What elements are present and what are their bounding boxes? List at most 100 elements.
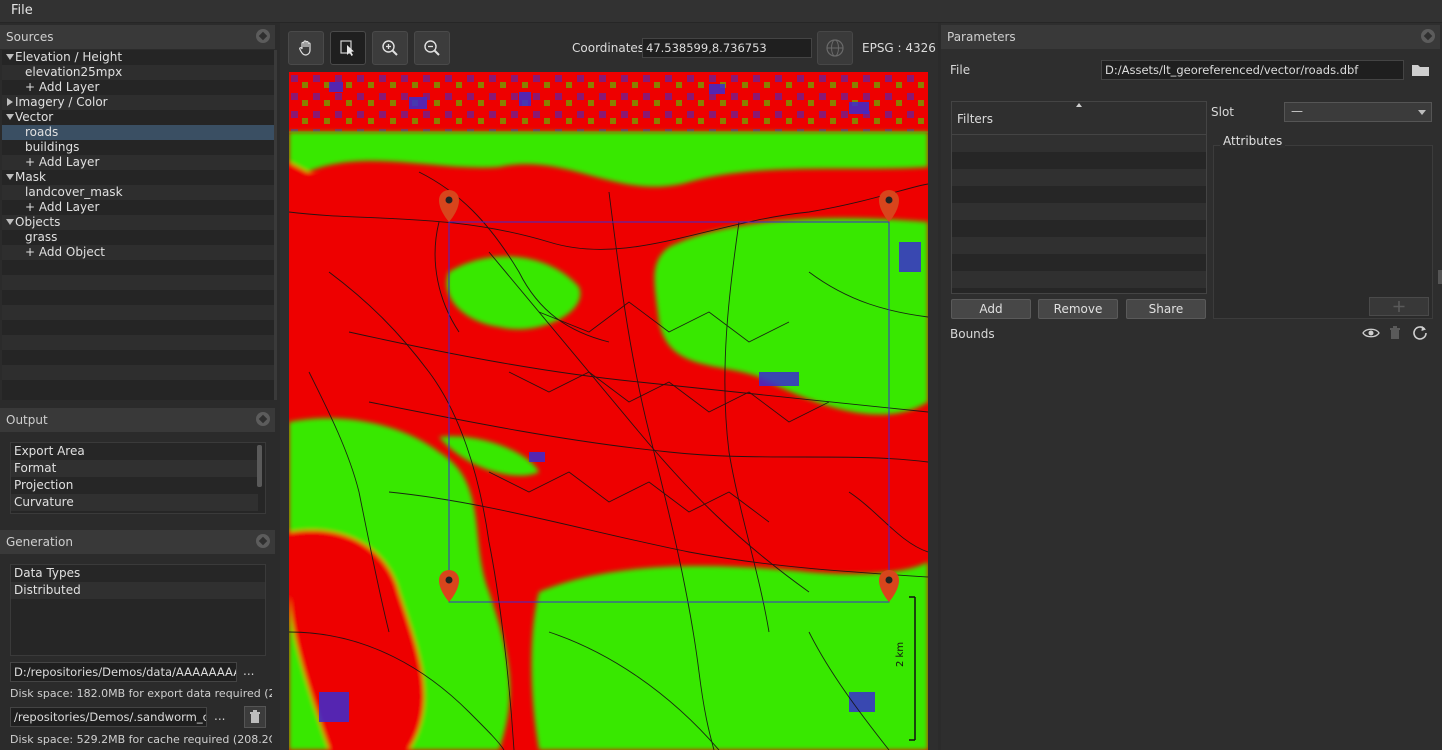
clear-cache-button[interactable] bbox=[244, 706, 266, 728]
tree-row[interactable]: Imagery / Color bbox=[2, 95, 274, 110]
filter-empty-row bbox=[952, 169, 1206, 186]
tree-row-label: grass bbox=[25, 230, 58, 244]
file-path-field[interactable]: D:/Assets/lt_georeferenced/vector/roads.… bbox=[1101, 60, 1404, 80]
output-title: Output bbox=[6, 413, 48, 427]
tree-row[interactable]: roads bbox=[2, 125, 274, 140]
parameters-header: Parameters bbox=[941, 25, 1440, 49]
bounds-label: Bounds bbox=[950, 327, 995, 341]
generation-list-item[interactable]: Data Types bbox=[11, 565, 265, 582]
tree-row-label: + Add Layer bbox=[25, 80, 100, 94]
select-icon bbox=[340, 40, 354, 56]
slot-select[interactable]: — bbox=[1284, 102, 1432, 122]
tree-row[interactable]: + Add Layer bbox=[2, 200, 274, 215]
delete-bounds-button[interactable] bbox=[1388, 325, 1402, 341]
epsg-label: EPSG : 4326 bbox=[862, 41, 936, 55]
tree-row[interactable]: buildings bbox=[2, 140, 274, 155]
pan-tool-button[interactable] bbox=[288, 31, 324, 65]
tree-empty-row bbox=[2, 320, 274, 335]
parameters-title: Parameters bbox=[947, 30, 1016, 44]
tree-row[interactable]: + Add Layer bbox=[2, 80, 274, 95]
expand-down-icon[interactable] bbox=[6, 114, 14, 120]
panel-options-icon[interactable] bbox=[1421, 29, 1435, 43]
tree-row[interactable]: Mask bbox=[2, 170, 274, 185]
tree-row-label: landcover_mask bbox=[25, 185, 123, 199]
cache-browse-button[interactable]: ... bbox=[214, 709, 225, 723]
tree-row-label: buildings bbox=[25, 140, 80, 154]
tree-row[interactable]: Objects bbox=[2, 215, 274, 230]
generation-title: Generation bbox=[6, 535, 73, 549]
select-tool-button[interactable] bbox=[330, 31, 366, 65]
output-scrollbar[interactable] bbox=[257, 445, 262, 487]
output-list-item[interactable]: Projection bbox=[11, 477, 258, 494]
tree-row[interactable]: Vector bbox=[2, 110, 274, 125]
tree-row[interactable]: elevation25mpx bbox=[2, 65, 274, 80]
tree-empty-row bbox=[2, 335, 274, 350]
filter-empty-row bbox=[952, 271, 1206, 288]
tree-empty-row bbox=[2, 305, 274, 320]
expand-down-icon[interactable] bbox=[6, 219, 14, 225]
zoom-out-button[interactable] bbox=[414, 31, 450, 65]
reset-bounds-button[interactable] bbox=[1411, 324, 1429, 342]
locate-button[interactable] bbox=[817, 31, 853, 65]
tree-row-label: + Add Object bbox=[25, 245, 105, 259]
zoom-in-button[interactable] bbox=[372, 31, 408, 65]
disk-export-text: Disk space: 182.0MB for export data requ… bbox=[10, 687, 272, 700]
map-view[interactable]: 2 km bbox=[289, 72, 928, 750]
filter-rows bbox=[952, 135, 1206, 293]
tree-row[interactable]: + Add Layer bbox=[2, 155, 274, 170]
add-filter-button[interactable]: Add bbox=[951, 299, 1031, 319]
output-panel-header: Output bbox=[0, 408, 275, 432]
tree-row-label: roads bbox=[25, 125, 59, 139]
slot-label: Slot bbox=[1211, 105, 1234, 119]
sources-scrollbar[interactable] bbox=[274, 50, 277, 400]
cache-path-field[interactable]: /repositories/Demos/.sandworm_cache bbox=[10, 707, 207, 727]
menu-file[interactable]: File bbox=[11, 3, 33, 18]
tree-row[interactable]: + Add Object bbox=[2, 245, 274, 260]
filters-header[interactable]: Filters bbox=[952, 102, 1206, 135]
generation-list-item[interactable]: Distributed bbox=[11, 582, 265, 599]
chevron-down-icon bbox=[1418, 110, 1426, 115]
filter-empty-row bbox=[952, 186, 1206, 203]
remove-filter-button[interactable]: Remove bbox=[1038, 299, 1118, 319]
tree-row-label: elevation25mpx bbox=[25, 65, 123, 79]
browse-file-button[interactable] bbox=[1410, 60, 1432, 80]
export-path-field[interactable]: D:/repositories/Demos/data/AAAAAAAA bbox=[10, 662, 237, 682]
output-list-item[interactable]: Format bbox=[11, 460, 258, 477]
tree-empty-row bbox=[2, 275, 274, 290]
add-attribute-button[interactable] bbox=[1369, 297, 1429, 316]
panel-options-icon[interactable] bbox=[256, 412, 270, 426]
tree-row-label: Elevation / Height bbox=[15, 50, 123, 64]
menu-bar: File bbox=[0, 0, 1442, 23]
tree-row-label: + Add Layer bbox=[25, 200, 100, 214]
toggle-bounds-visibility-button[interactable] bbox=[1362, 325, 1380, 341]
output-list-item[interactable]: Export Area bbox=[11, 443, 258, 460]
pan-icon bbox=[299, 40, 311, 56]
expand-right-icon[interactable] bbox=[7, 98, 13, 106]
tree-row-label: + Add Layer bbox=[25, 155, 100, 169]
output-list-item[interactable]: Curvature bbox=[11, 494, 258, 511]
tree-empty-row bbox=[2, 350, 274, 365]
plus-icon bbox=[1393, 301, 1405, 312]
tree-row[interactable]: landcover_mask bbox=[2, 185, 274, 200]
tree-row[interactable]: grass bbox=[2, 230, 274, 245]
tree-row[interactable]: Elevation / Height bbox=[2, 50, 274, 65]
filters-label: Filters bbox=[957, 112, 993, 126]
panel-options-icon[interactable] bbox=[256, 534, 270, 548]
panel-options-icon[interactable] bbox=[256, 29, 270, 43]
side-splitter-handle[interactable] bbox=[1438, 270, 1442, 284]
sources-tree: Elevation / Height elevation25mpx + Add La… bbox=[2, 50, 274, 400]
tree-empty-row bbox=[2, 380, 274, 395]
tree-row-label: Mask bbox=[15, 170, 46, 184]
expand-down-icon[interactable] bbox=[6, 54, 14, 60]
share-filter-button[interactable]: Share bbox=[1126, 299, 1206, 319]
sources-panel-header: Sources bbox=[0, 25, 275, 49]
disk-cache-text: Disk space: 529.2MB for cache required (… bbox=[10, 733, 272, 746]
tree-empty-row bbox=[2, 365, 274, 380]
folder-icon bbox=[1412, 65, 1429, 76]
coordinates-field[interactable]: 47.538599,8.736753 bbox=[642, 38, 812, 58]
trash-icon bbox=[1390, 326, 1400, 339]
attributes-label: Attributes bbox=[1220, 134, 1286, 148]
expand-down-icon[interactable] bbox=[6, 174, 14, 180]
export-browse-button[interactable]: ... bbox=[243, 664, 254, 678]
reset-icon bbox=[1413, 326, 1427, 340]
